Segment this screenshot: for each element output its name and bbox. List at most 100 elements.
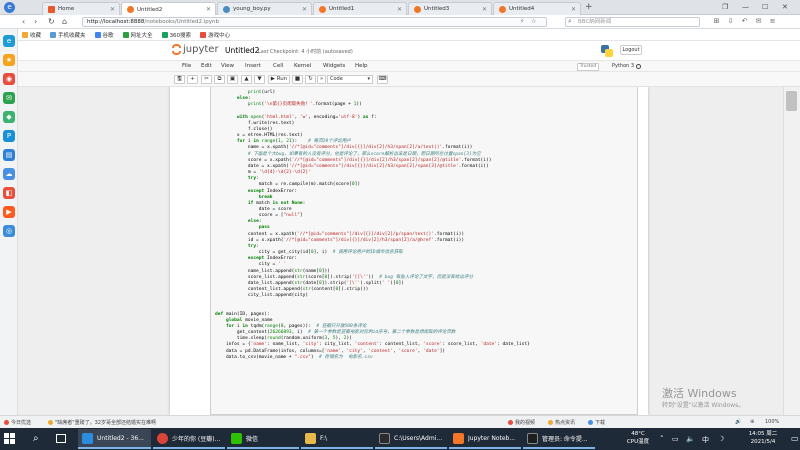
tab-close-icon[interactable]: ✕ bbox=[206, 6, 211, 13]
tab-close-icon[interactable]: ✕ bbox=[397, 6, 402, 13]
scrollbar[interactable] bbox=[783, 87, 800, 415]
code-cell[interactable]: print(url) else: print('\n第{}页爬取失败！'.for… bbox=[210, 87, 638, 415]
taskbar-app-wechat[interactable]: 微信 bbox=[227, 429, 299, 449]
cut-icon[interactable]: ✂ bbox=[201, 75, 212, 84]
tab-untitled2[interactable]: Untitled2 ✕ bbox=[121, 2, 216, 16]
cpu-temperature-widget[interactable]: 48°C CPU温度 bbox=[623, 430, 653, 446]
sidebar-game-icon[interactable]: ▶ bbox=[3, 206, 15, 218]
browser-logo-icon[interactable]: e bbox=[4, 2, 15, 13]
move-down-icon[interactable]: ▼ bbox=[254, 75, 265, 84]
menu-help[interactable]: Help bbox=[355, 63, 368, 69]
grid-menu-icon[interactable]: ⊞ bbox=[712, 17, 721, 26]
sidebar-doc-icon[interactable]: ▤ bbox=[3, 149, 15, 161]
paste-icon[interactable]: ▣ bbox=[227, 75, 238, 84]
code-editor[interactable]: print(url) else: print('\n第{}页爬取失败！'.for… bbox=[215, 90, 530, 361]
taskbar-app-jupyter[interactable]: Jupyter Noteb... bbox=[449, 429, 521, 449]
menu-file[interactable]: File bbox=[182, 63, 191, 69]
extension-icon[interactable]: ✉ bbox=[754, 17, 763, 26]
tab-untitled1[interactable]: Untitled1 ✕ bbox=[313, 2, 407, 15]
insert-cell-icon[interactable]: + bbox=[187, 75, 198, 84]
logout-button[interactable]: Logout bbox=[620, 45, 642, 55]
restart-icon[interactable]: ↻ bbox=[305, 75, 316, 84]
fast-forward-icon[interactable]: » bbox=[317, 75, 326, 84]
sidebar-shop-icon[interactable]: ◧ bbox=[3, 187, 15, 199]
menu-cell[interactable]: Cell bbox=[273, 63, 283, 69]
bookmark-mobile[interactable]: 手机收藏夹 bbox=[50, 31, 86, 39]
zoom-level[interactable]: 100% bbox=[765, 419, 779, 425]
tab-untitled3[interactable]: Untitled3 ✕ bbox=[408, 2, 492, 15]
sidebar-cloud-icon[interactable]: ☁ bbox=[3, 168, 15, 180]
stop-icon[interactable]: ■ bbox=[292, 75, 303, 84]
ime-icon[interactable]: 中 bbox=[702, 435, 709, 445]
taskbar-app-cmd-users[interactable]: C:\Users\Admi... bbox=[375, 429, 447, 449]
status-hot-news[interactable]: 热点资讯 bbox=[548, 419, 575, 426]
taskbar-app-browser[interactable]: Untitled2 - 36... bbox=[78, 429, 151, 449]
tab-close-icon[interactable]: ✕ bbox=[302, 6, 307, 13]
bookmark-sites[interactable]: 网址大全 bbox=[122, 31, 153, 39]
volume-icon[interactable]: 🔈 bbox=[686, 435, 695, 443]
windows-start-icon[interactable] bbox=[4, 433, 15, 444]
status-news-link[interactable]: "缺席者"重磅了，32岁哥全部还结婚实在难啊 bbox=[48, 419, 156, 426]
bookmark-favorites[interactable]: 收藏 bbox=[22, 31, 41, 39]
status-download[interactable]: 下载 bbox=[588, 419, 605, 426]
zoom-icon[interactable]: ⊕ bbox=[750, 419, 754, 425]
ime-mode-icon[interactable]: ☽ bbox=[718, 435, 724, 443]
search-input[interactable]: BBC納网新闻 bbox=[565, 17, 700, 27]
taskbar-app-explorer[interactable]: F:\ bbox=[301, 429, 373, 449]
minimize-icon[interactable]: — bbox=[742, 1, 749, 14]
task-view-icon[interactable] bbox=[56, 434, 66, 443]
maximize-icon[interactable]: ☐ bbox=[762, 1, 768, 14]
cell-type-select[interactable]: Code ▾ bbox=[327, 75, 373, 84]
notification-icon[interactable]: ▭ bbox=[791, 434, 799, 443]
sound-icon[interactable]: 🔊 bbox=[735, 419, 741, 425]
network-icon[interactable]: ▭ bbox=[672, 435, 679, 443]
menu-icon[interactable]: ≡ bbox=[768, 17, 777, 26]
notebook-title[interactable]: Untitled2 bbox=[225, 46, 259, 55]
undo-icon[interactable]: ↶ bbox=[740, 17, 749, 26]
security-shield-icon[interactable]: ⚡ bbox=[520, 18, 524, 25]
new-tab-button[interactable]: + bbox=[585, 2, 593, 13]
move-up-icon[interactable]: ▲ bbox=[241, 75, 252, 84]
refresh-icon[interactable]: ↻ bbox=[48, 16, 55, 28]
close-window-icon[interactable]: ✕ bbox=[782, 1, 788, 14]
save-icon[interactable]: 🖫 bbox=[174, 75, 185, 84]
restore-icon[interactable]: ❐ bbox=[722, 1, 728, 14]
menu-insert[interactable]: Insert bbox=[245, 63, 261, 69]
taskbar-search-icon[interactable]: ⌕ bbox=[33, 432, 39, 446]
tab-young-boy[interactable]: young_boy.py ✕ bbox=[217, 2, 312, 15]
copy-icon[interactable]: ⧉ bbox=[214, 75, 225, 84]
scrollbar-thumb[interactable] bbox=[786, 91, 797, 111]
tab-home[interactable]: Home ✕ bbox=[42, 2, 120, 15]
sidebar-p-icon[interactable]: P bbox=[3, 130, 15, 142]
menu-kernel[interactable]: Kernel bbox=[294, 63, 311, 69]
sidebar-mail-icon[interactable]: ✉ bbox=[3, 92, 15, 104]
sidebar-video-icon[interactable]: ◎ bbox=[3, 225, 15, 237]
sidebar-star-icon[interactable]: ★ bbox=[3, 54, 15, 66]
run-button[interactable]: ▶ Run bbox=[268, 75, 290, 84]
bookmark-google[interactable]: 谷歌 bbox=[94, 31, 114, 39]
menu-view[interactable]: View bbox=[221, 63, 234, 69]
tab-untitled4[interactable]: Untitled4 ✕ bbox=[493, 2, 581, 15]
code-line[interactable]: data.to_csv(movie_name + ".csv") # 存储名为 … bbox=[215, 355, 530, 361]
download-icon[interactable]: ⇩ bbox=[726, 17, 735, 26]
bookmark-360-search[interactable]: 360搜索 bbox=[161, 31, 191, 39]
back-icon[interactable]: ‹ bbox=[22, 16, 25, 28]
sidebar-chat-icon[interactable]: ◆ bbox=[3, 111, 15, 123]
tab-close-icon[interactable]: ✕ bbox=[110, 6, 115, 13]
jupyter-logo[interactable]: jupyter bbox=[172, 44, 219, 55]
tray-expand-icon[interactable]: ˄ bbox=[660, 435, 664, 443]
trusted-badge[interactable]: Trusted bbox=[577, 63, 599, 71]
sidebar-weibo-icon[interactable]: ◉ bbox=[3, 73, 15, 85]
taskbar-app-admin-cmd[interactable]: 管理员: 命令提... bbox=[523, 429, 595, 449]
url-input[interactable]: http://localhost:8888/notebooks/Untitled… bbox=[82, 17, 547, 27]
tab-close-icon[interactable]: ✕ bbox=[482, 6, 487, 13]
home-button-icon[interactable]: ⌂ bbox=[62, 16, 67, 28]
bookmark-games[interactable]: 游戏中心 bbox=[200, 31, 230, 39]
taskbar-app-chrome[interactable]: 少年的你 (豆瓣)... bbox=[153, 429, 225, 449]
taskbar-clock[interactable]: 14:05 周二 2021/5/4 bbox=[738, 430, 788, 446]
keyboard-icon[interactable]: ⌨ bbox=[377, 75, 388, 84]
forward-icon[interactable]: › bbox=[34, 16, 37, 28]
bookmark-star-icon[interactable]: ☆ bbox=[531, 18, 536, 25]
status-today-pick[interactable]: 今日优选 bbox=[4, 419, 31, 426]
menu-widgets[interactable]: Widgets bbox=[323, 63, 345, 69]
